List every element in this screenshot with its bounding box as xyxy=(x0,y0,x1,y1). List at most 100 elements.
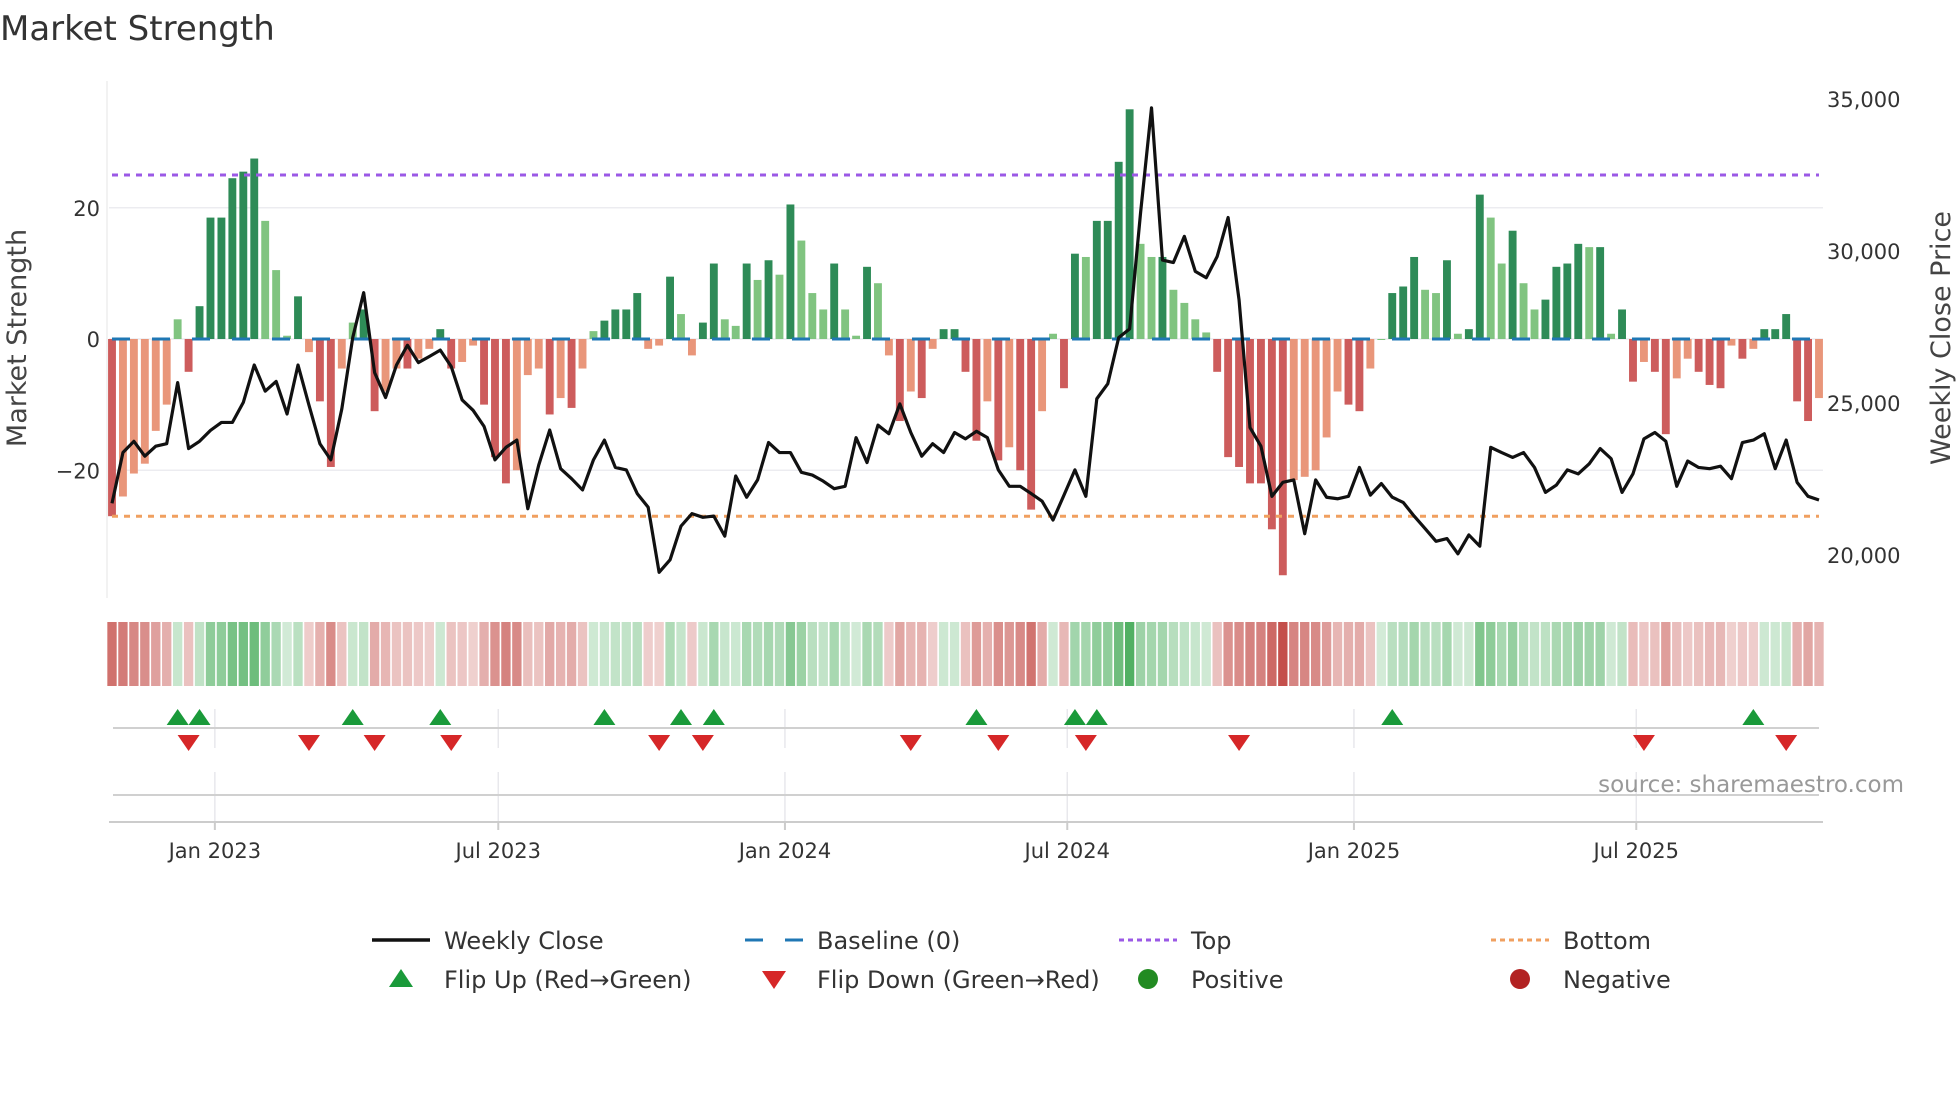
y-tick-label: 0 xyxy=(87,328,100,352)
strength-bar xyxy=(961,339,970,372)
strip-cell xyxy=(490,622,500,686)
flip-down-marker xyxy=(1074,735,1097,751)
strip-cell xyxy=(1048,622,1058,686)
strip-cell xyxy=(1004,622,1014,686)
strength-bar xyxy=(1410,256,1419,339)
strength-bar xyxy=(874,283,882,339)
strip-cell xyxy=(304,622,314,686)
flip-up-marker xyxy=(188,709,211,725)
strip-cell xyxy=(249,622,259,686)
strip-cell xyxy=(566,622,577,686)
legend-label: Top xyxy=(1190,927,1232,955)
y-tick-label: −20 xyxy=(56,459,100,483)
strip-cell xyxy=(1551,622,1562,686)
strip-cell xyxy=(1748,622,1759,686)
strength-bar xyxy=(1705,339,1714,385)
strip-cell xyxy=(1300,622,1310,686)
x-tick-label: Jan 2024 xyxy=(737,839,832,863)
legend-label: Bottom xyxy=(1563,927,1651,955)
y2-axis-label: Weekly Close Price xyxy=(1926,211,1957,465)
strength-bar xyxy=(567,339,576,408)
strip-cell xyxy=(545,622,555,686)
strip-cell xyxy=(1573,622,1583,686)
strength-bar xyxy=(272,270,281,339)
strength-bar xyxy=(1092,220,1101,339)
strip-cell xyxy=(512,622,522,686)
strip-cell xyxy=(140,622,150,686)
strip-cell xyxy=(227,622,238,686)
strip-cell xyxy=(1168,622,1179,686)
strip-cell xyxy=(1726,622,1737,686)
strip-cell xyxy=(643,622,653,686)
strength-bars xyxy=(108,109,1823,576)
strength-bar xyxy=(1497,263,1506,339)
flip-up-marker xyxy=(593,709,616,725)
x-tick-label: Jul 2024 xyxy=(1023,839,1110,863)
strength-bar xyxy=(611,309,620,339)
strength-bar xyxy=(250,158,259,339)
strength-bar xyxy=(1399,286,1408,339)
strength-bar xyxy=(1267,339,1276,530)
strength-bar xyxy=(884,339,893,356)
strip-cell xyxy=(1070,622,1080,686)
strength-bar xyxy=(1475,194,1484,339)
strength-bar xyxy=(1716,339,1725,389)
legend-item-flip-up: Flip Up (Red→Green) xyxy=(389,966,692,994)
strip-cell xyxy=(1628,622,1638,686)
legend-item-top: Top xyxy=(1119,927,1232,955)
legend-label: Baseline (0) xyxy=(817,927,960,955)
flip-up-marker xyxy=(670,709,692,725)
strip-cell xyxy=(183,622,194,686)
strip-cell xyxy=(1157,622,1168,686)
y2-tick-label: 20,000 xyxy=(1827,544,1900,568)
strength-bar xyxy=(742,263,751,339)
strength-bar xyxy=(655,339,664,346)
strip-cell xyxy=(1103,622,1113,686)
strip-cell xyxy=(380,622,391,686)
strip-cell xyxy=(862,622,872,686)
strength-bar xyxy=(151,339,160,431)
strength-bar xyxy=(1530,309,1539,339)
flip-down-marker xyxy=(1228,735,1251,751)
strip-cell xyxy=(1026,622,1036,686)
strip-cell xyxy=(1715,622,1726,686)
strength-bar xyxy=(556,339,565,399)
strip-cell xyxy=(468,622,478,686)
strip-cell xyxy=(1387,622,1397,686)
strength-heat-strip xyxy=(107,622,1824,686)
strip-cell xyxy=(720,622,730,686)
strip-cell xyxy=(851,622,861,686)
flip-up-marker xyxy=(1742,709,1765,725)
strip-cell xyxy=(326,622,336,686)
strength-bar xyxy=(337,339,346,369)
strip-cell xyxy=(555,622,566,686)
strip-cell xyxy=(402,622,413,686)
flip-up-marker xyxy=(341,709,364,725)
strength-bar xyxy=(578,339,587,369)
x-tick-label: Jul 2025 xyxy=(1592,839,1679,863)
strip-cell xyxy=(1617,622,1627,686)
strip-cell xyxy=(282,622,292,686)
strength-bar xyxy=(1782,314,1791,339)
strip-cell xyxy=(216,622,227,686)
strength-bar xyxy=(1804,339,1812,422)
strength-bar xyxy=(1432,293,1440,339)
legend-label: Weekly Close xyxy=(444,927,604,955)
strip-cell xyxy=(1420,622,1430,686)
strength-bar xyxy=(1421,289,1430,339)
strength-bar xyxy=(381,339,390,392)
strength-bar xyxy=(1738,339,1747,359)
strip-cell xyxy=(1059,622,1069,686)
strength-bar xyxy=(1180,302,1189,339)
strip-cell xyxy=(577,622,588,686)
strip-cell xyxy=(774,622,785,686)
strip-cell xyxy=(1693,622,1704,686)
strength-bar xyxy=(1672,339,1681,379)
strip-cell xyxy=(129,622,139,686)
strip-cell xyxy=(1409,622,1419,686)
y2-tick-label: 35,000 xyxy=(1827,88,1900,112)
strip-cell xyxy=(1201,622,1211,686)
strength-bar xyxy=(1519,283,1528,339)
strip-cell xyxy=(654,622,664,686)
strength-bar xyxy=(633,293,642,339)
